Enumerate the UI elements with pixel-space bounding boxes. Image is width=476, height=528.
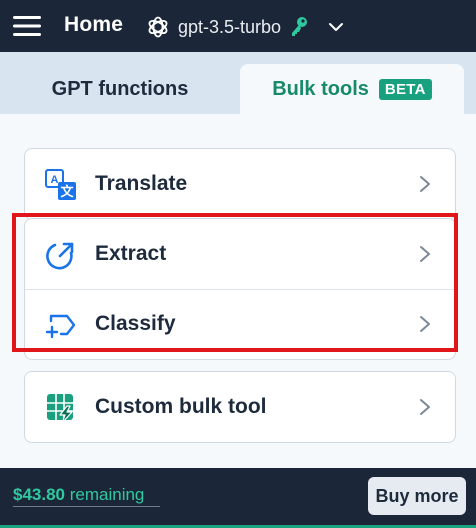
chevron-down-icon[interactable]: [325, 16, 347, 38]
credit-remaining[interactable]: $43.80 remaining: [13, 485, 144, 505]
tool-label: Extract: [95, 242, 167, 265]
classify-icon: [45, 314, 76, 339]
beta-badge: BETA: [378, 78, 432, 100]
tool-label: Classify: [95, 312, 176, 335]
tool-row-translate[interactable]: A 文 Translate: [25, 149, 455, 219]
model-selector[interactable]: gpt-3.5-turbo: [146, 14, 347, 40]
extract-icon: [46, 242, 74, 270]
buy-more-button[interactable]: Buy more: [368, 477, 466, 515]
tool-row-custom-bulk-tool[interactable]: Custom bulk tool: [25, 372, 455, 442]
model-name: gpt-3.5-turbo: [178, 16, 282, 37]
key-icon: [292, 17, 308, 36]
chevron-right-icon: [420, 246, 430, 262]
tool-row-extract[interactable]: Extract: [25, 219, 455, 289]
chevron-right-icon: [420, 176, 430, 192]
remaining-label: remaining: [69, 485, 145, 504]
tool-card: Custom bulk tool: [24, 371, 456, 443]
home-title[interactable]: Home: [64, 13, 123, 37]
tab-bulk-tools[interactable]: Bulk tools BETA: [240, 64, 464, 114]
tool-card: A 文 Translate: [24, 148, 456, 220]
translate-icon: A 文: [45, 169, 76, 200]
tool-label: Translate: [95, 172, 188, 195]
tab-label: Bulk tools: [272, 77, 369, 100]
openai-logo-icon: [148, 16, 168, 38]
tool-card: Extract Classify: [24, 218, 456, 360]
custom-bulk-tool-icon: [47, 394, 73, 424]
tool-row-classify[interactable]: Classify: [25, 289, 455, 359]
credit-underline: [13, 506, 160, 507]
svg-text:文: 文: [60, 184, 74, 200]
footer-bar: $43.80 remaining Buy more: [0, 468, 476, 528]
chevron-right-icon: [420, 316, 430, 332]
hamburger-menu-icon[interactable]: [12, 14, 42, 38]
svg-text:A: A: [51, 174, 59, 186]
credit-amount: $43.80: [13, 485, 65, 504]
chevron-right-icon: [420, 399, 430, 415]
top-bar: Home gpt-3.5-turbo: [0, 0, 476, 52]
tab-label: GPT functions: [51, 77, 189, 100]
tab-bar: GPT functions Bulk tools BETA: [0, 52, 476, 114]
tab-gpt-functions[interactable]: GPT functions: [0, 64, 240, 114]
tool-label: Custom bulk tool: [95, 395, 267, 418]
